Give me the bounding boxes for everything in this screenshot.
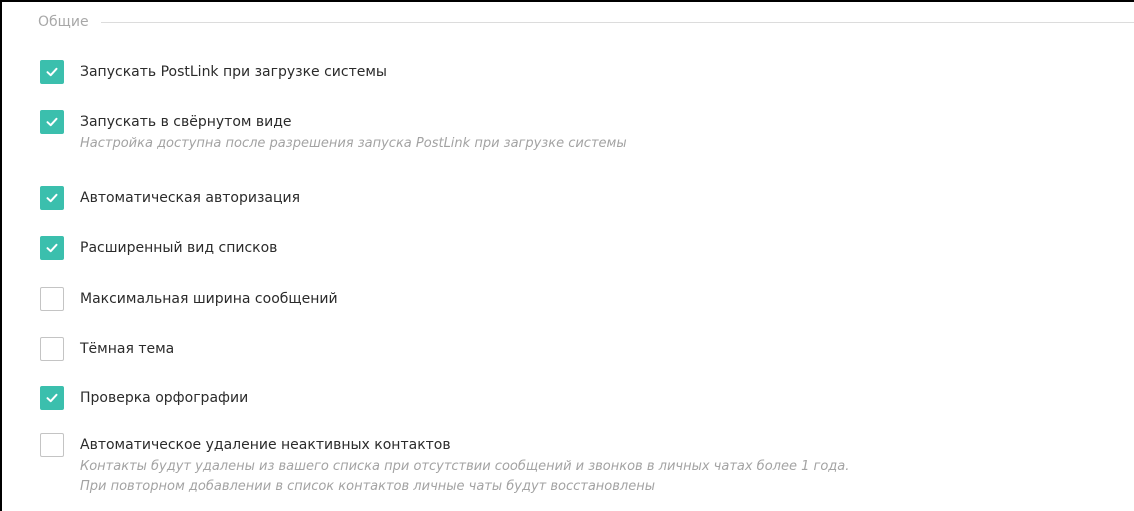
option-label: Автоматическая авторизация [80, 190, 301, 206]
option-start-minimized[interactable]: Запускать в свёрнутом виде Настройка дос… [40, 110, 627, 154]
option-label: Максимальная ширина сообщений [80, 291, 338, 307]
start-minimized-checkbox[interactable] [40, 110, 64, 134]
checkmark-icon [46, 193, 58, 203]
option-text: Тёмная тема [80, 337, 174, 361]
dark-theme-checkbox[interactable] [40, 337, 64, 361]
option-hint: При повторном добавлении в список контак… [80, 479, 655, 494]
checkmark-icon [46, 117, 58, 127]
checkmark-icon [46, 243, 58, 253]
auto-auth-checkbox[interactable] [40, 186, 64, 210]
option-text: Проверка орфографии [80, 386, 248, 410]
option-extended-lists[interactable]: Расширенный вид списков [40, 236, 277, 260]
settings-panel: Общие Запускать PostLink при загрузке си… [0, 0, 1134, 511]
group-header-general: Общие [38, 12, 1134, 32]
auto-remove-contacts-checkbox[interactable] [40, 433, 64, 457]
group-divider [100, 21, 1134, 23]
option-label: Тёмная тема [80, 341, 175, 357]
option-text: Расширенный вид списков [80, 236, 277, 260]
option-label: Запускать PostLink при загрузке системы [80, 64, 387, 80]
option-auto-remove-contacts[interactable]: Автоматическое удаление неактивных конта… [40, 433, 849, 497]
option-text: Запускать PostLink при загрузке системы [80, 60, 387, 84]
option-label: Проверка орфографии [80, 390, 249, 406]
option-label: Автоматическое удаление неактивных конта… [80, 437, 451, 453]
option-label: Расширенный вид списков [80, 240, 278, 256]
option-autostart[interactable]: Запускать PostLink при загрузке системы [40, 60, 387, 84]
option-text: Автоматическое удаление неактивных конта… [80, 433, 849, 497]
spell-check-checkbox[interactable] [40, 386, 64, 410]
checkmark-icon [46, 393, 58, 403]
option-auto-auth[interactable]: Автоматическая авторизация [40, 186, 300, 210]
autostart-checkbox[interactable] [40, 60, 64, 84]
checkmark-icon [46, 67, 58, 77]
option-dark-theme[interactable]: Тёмная тема [40, 337, 174, 361]
option-max-message-width[interactable]: Максимальная ширина сообщений [40, 287, 338, 311]
extended-lists-checkbox[interactable] [40, 236, 64, 260]
option-label: Запускать в свёрнутом виде [80, 114, 292, 130]
option-hint: Контакты будут удалены из вашего списка … [80, 459, 850, 474]
option-spell-check[interactable]: Проверка орфографии [40, 386, 248, 410]
option-hint: Настройка доступна после разрешения запу… [80, 136, 627, 151]
max-message-width-checkbox[interactable] [40, 287, 64, 311]
option-text: Запускать в свёрнутом виде Настройка дос… [80, 110, 627, 154]
option-text: Максимальная ширина сообщений [80, 287, 338, 311]
group-title: Общие [38, 14, 89, 30]
option-text: Автоматическая авторизация [80, 186, 300, 210]
